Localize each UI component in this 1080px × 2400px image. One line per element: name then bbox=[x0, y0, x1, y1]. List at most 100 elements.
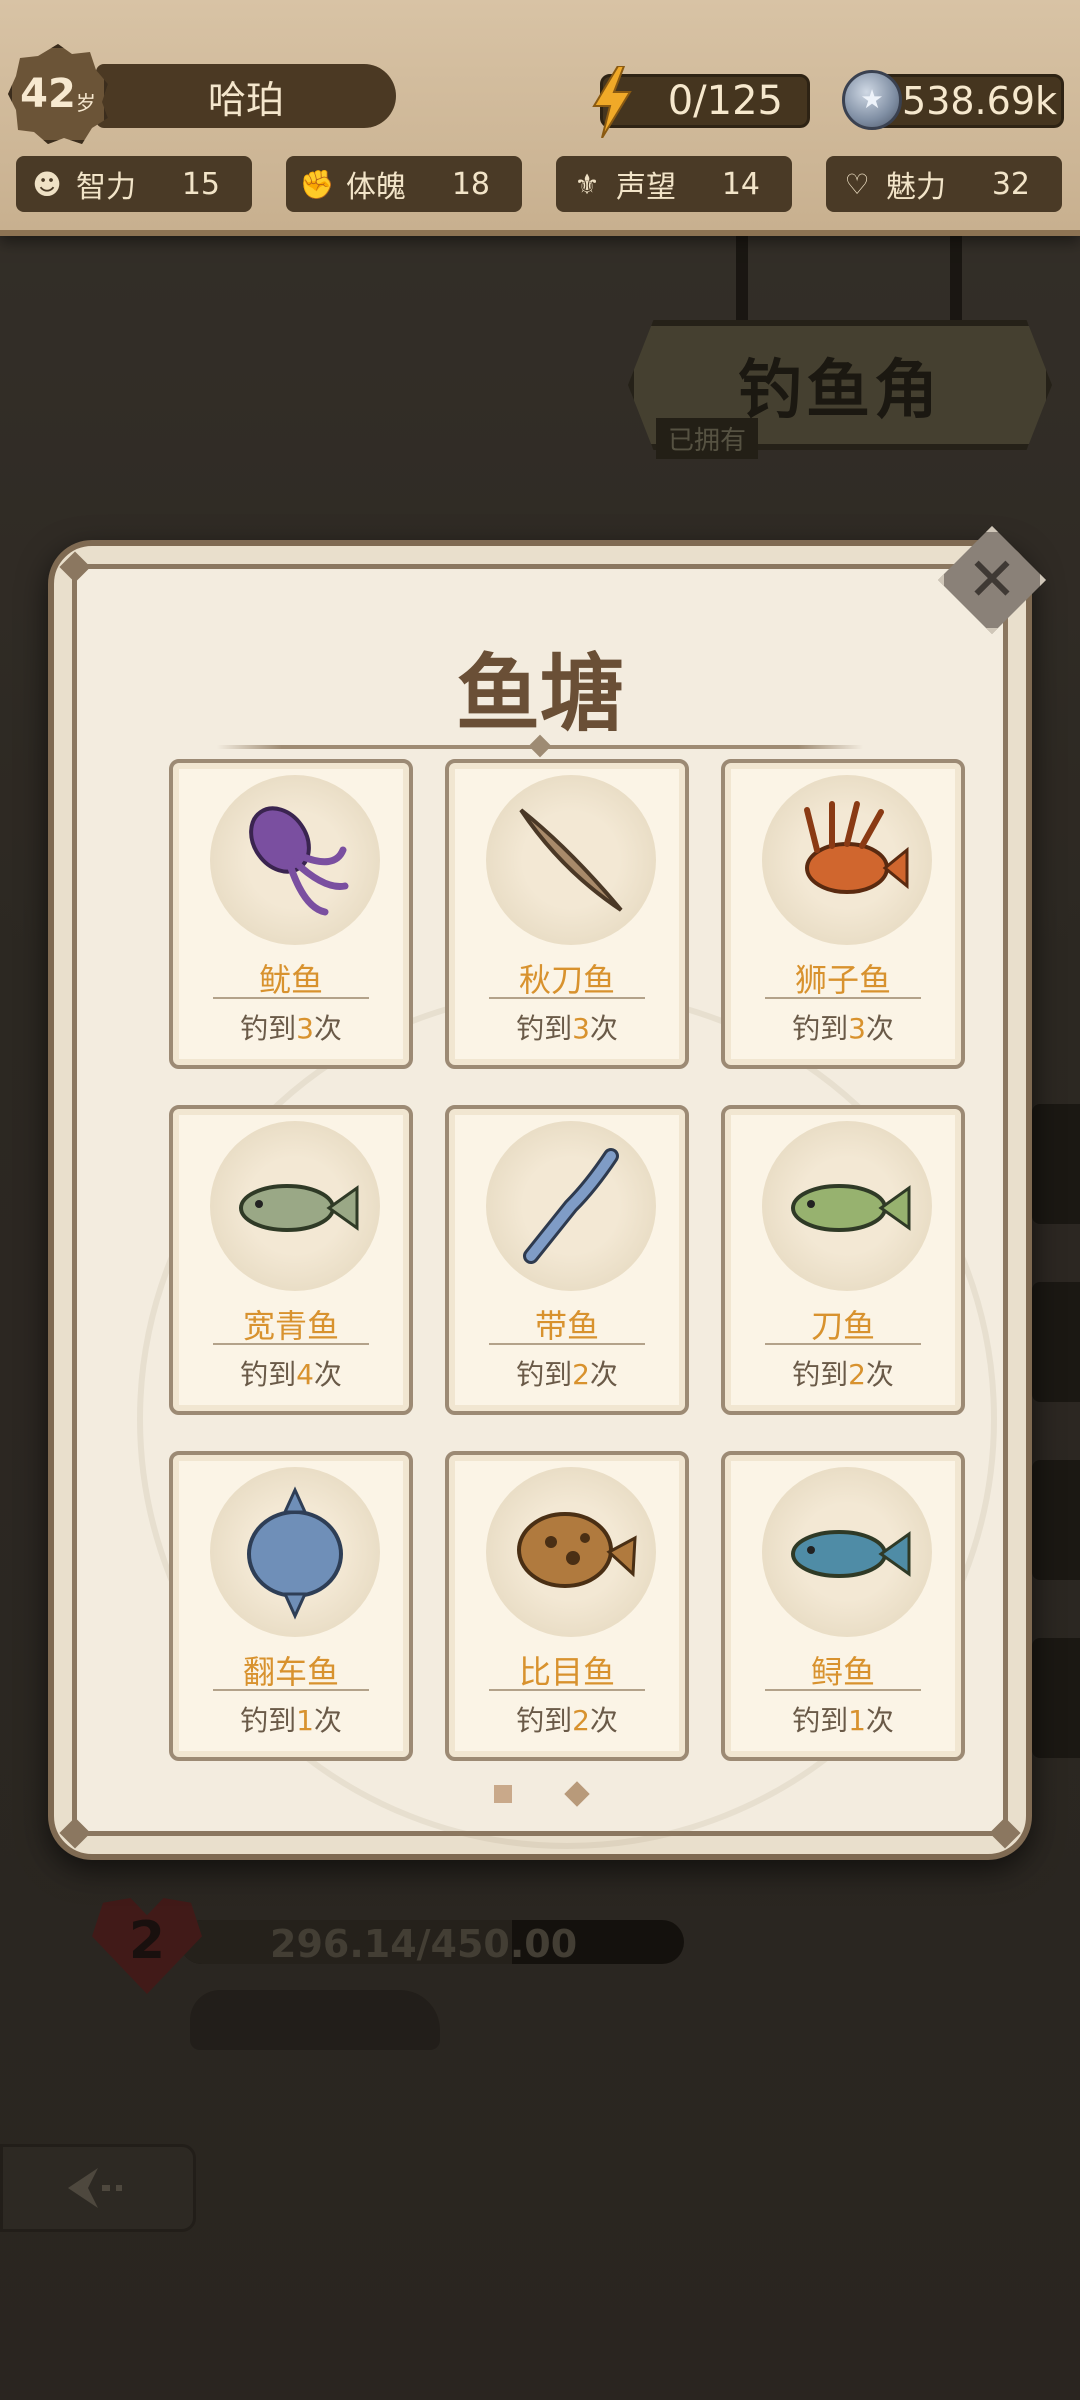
fish-halo bbox=[762, 1121, 932, 1291]
caught-prefix: 钓到 bbox=[516, 1358, 573, 1391]
fish-name-divider bbox=[765, 1689, 921, 1691]
modal-title: 鱼塘 bbox=[455, 644, 624, 743]
brain-icon: ☻ bbox=[32, 167, 62, 201]
caught-count-value: 2 bbox=[572, 1358, 590, 1391]
caught-prefix: 钓到 bbox=[240, 1358, 297, 1391]
fish-card-8[interactable]: 比目鱼 钓到2次 bbox=[445, 1451, 689, 1761]
heart-pulse-icon: ♡ bbox=[844, 167, 870, 201]
fish-pond-modal: 鱼塘 鱿鱼 钓到3次 秋刀鱼 钓到3次 狮子鱼 钓到3次 宽青鱼 钓到4次 带鱼… bbox=[48, 540, 1032, 1860]
stat-label: 魅力 bbox=[886, 170, 946, 205]
fish-card-7[interactable]: 翻车鱼 钓到1次 bbox=[169, 1451, 413, 1761]
fish-caught-count: 钓到4次 bbox=[173, 1353, 409, 1393]
fish-caught-count: 钓到2次 bbox=[449, 1699, 685, 1739]
stat-value: 32 bbox=[991, 166, 1030, 202]
fish-halo bbox=[210, 1121, 380, 1291]
fish-halo bbox=[486, 1121, 656, 1291]
fish-name: 鱿鱼 bbox=[258, 961, 323, 999]
fish-grid: 鱿鱼 钓到3次 秋刀鱼 钓到3次 狮子鱼 钓到3次 宽青鱼 钓到4次 带鱼 钓到… bbox=[169, 759, 969, 1761]
fish-name: 鲟鱼 bbox=[810, 1653, 875, 1691]
caught-suffix: 次 bbox=[865, 1704, 894, 1737]
caught-suffix: 次 bbox=[589, 1704, 618, 1737]
caught-suffix: 次 bbox=[313, 1704, 342, 1737]
stat-value: 18 bbox=[451, 166, 490, 202]
page-dot-2[interactable] bbox=[564, 1781, 590, 1807]
fish-card-3[interactable]: 狮子鱼 钓到3次 bbox=[721, 759, 965, 1069]
fish-halo bbox=[486, 1467, 656, 1637]
knifefish-icon bbox=[791, 1184, 911, 1232]
flounder-icon bbox=[517, 1512, 637, 1588]
ribbonfish-icon bbox=[523, 1148, 619, 1264]
stat-label: 声望 bbox=[616, 170, 676, 205]
lionfish-icon bbox=[804, 801, 909, 894]
fish-name-divider bbox=[213, 1343, 369, 1345]
caught-count-value: 2 bbox=[572, 1704, 590, 1737]
character-name-plate[interactable]: 哈珀 bbox=[96, 64, 396, 128]
corner-ornament bbox=[59, 1817, 91, 1849]
stat-charm[interactable]: ♡ 魅力 32 bbox=[826, 156, 1062, 212]
modal-inner-panel: 鱼塘 鱿鱼 钓到3次 秋刀鱼 钓到3次 狮子鱼 钓到3次 宽青鱼 钓到4次 带鱼… bbox=[59, 551, 1021, 1849]
fish-halo bbox=[210, 775, 380, 945]
caught-suffix: 次 bbox=[589, 1012, 618, 1045]
fish-name-divider bbox=[489, 1343, 645, 1345]
fish-caught-count: 钓到1次 bbox=[173, 1699, 409, 1739]
fish-caught-count: 钓到2次 bbox=[725, 1353, 961, 1393]
fish-name-divider bbox=[489, 997, 645, 999]
energy-value: 0/125 bbox=[667, 78, 783, 124]
fish-caught-count: 钓到3次 bbox=[173, 1007, 409, 1047]
caught-suffix: 次 bbox=[313, 1358, 342, 1391]
fish-name-divider bbox=[765, 997, 921, 999]
caught-prefix: 钓到 bbox=[792, 1012, 849, 1045]
age-value: 42 bbox=[20, 71, 76, 117]
fish-name: 狮子鱼 bbox=[794, 961, 891, 999]
fish-name-divider bbox=[489, 1689, 645, 1691]
caught-count-value: 3 bbox=[848, 1012, 866, 1045]
fish-name: 带鱼 bbox=[534, 1307, 599, 1345]
fish-name: 翻车鱼 bbox=[242, 1653, 339, 1691]
caught-suffix: 次 bbox=[589, 1358, 618, 1391]
status-bar: 哈珀 42 岁 0/125 538.69k ★ ☻ 智力 15 ✊ 体魄 18 … bbox=[0, 0, 1080, 236]
caught-count-value: 3 bbox=[572, 1012, 590, 1045]
corner-ornament bbox=[989, 1817, 1021, 1849]
stat-reputation[interactable]: ⚜ 声望 14 bbox=[556, 156, 792, 212]
fish-caught-count: 钓到2次 bbox=[449, 1353, 685, 1393]
stat-physique[interactable]: ✊ 体魄 18 bbox=[286, 156, 522, 212]
saury-icon bbox=[519, 808, 623, 912]
lightning-icon bbox=[592, 66, 632, 138]
sunfish-icon bbox=[247, 1486, 343, 1620]
fish-halo bbox=[486, 775, 656, 945]
caught-prefix: 钓到 bbox=[516, 1012, 573, 1045]
caught-prefix: 钓到 bbox=[240, 1012, 297, 1045]
fish-name-divider bbox=[213, 1689, 369, 1691]
fish-name: 刀鱼 bbox=[810, 1307, 875, 1345]
fish-card-5[interactable]: 带鱼 钓到2次 bbox=[445, 1105, 689, 1415]
stat-value: 14 bbox=[721, 166, 760, 202]
age-unit: 岁 bbox=[75, 90, 96, 115]
stat-intelligence[interactable]: ☻ 智力 15 bbox=[16, 156, 252, 212]
stat-label: 体魄 bbox=[346, 170, 406, 205]
fish-card-4[interactable]: 宽青鱼 钓到4次 bbox=[169, 1105, 413, 1415]
stat-label: 智力 bbox=[76, 170, 136, 205]
fish-card-2[interactable]: 秋刀鱼 钓到3次 bbox=[445, 759, 689, 1069]
muscle-icon: ✊ bbox=[299, 167, 335, 201]
fish-card-9[interactable]: 鲟鱼 钓到1次 bbox=[721, 1451, 965, 1761]
age-badge: 42 岁 bbox=[8, 44, 108, 144]
fish-name-divider bbox=[213, 997, 369, 999]
close-icon: ✕ bbox=[966, 545, 1018, 615]
caught-suffix: 次 bbox=[313, 1012, 342, 1045]
fish-name: 宽青鱼 bbox=[242, 1307, 339, 1345]
silver-coin-icon: ★ bbox=[842, 70, 902, 130]
title-divider bbox=[217, 745, 863, 749]
fish-halo bbox=[210, 1467, 380, 1637]
caught-prefix: 钓到 bbox=[792, 1358, 849, 1391]
fish-name: 比目鱼 bbox=[518, 1653, 615, 1691]
page-dot-1[interactable] bbox=[494, 1785, 512, 1803]
caught-suffix: 次 bbox=[865, 1358, 894, 1391]
fish-card-1[interactable]: 鱿鱼 钓到3次 bbox=[169, 759, 413, 1069]
caught-prefix: 钓到 bbox=[240, 1704, 297, 1737]
fish-name-divider bbox=[765, 1343, 921, 1345]
corner-ornament bbox=[59, 551, 91, 583]
fish-caught-count: 钓到3次 bbox=[449, 1007, 685, 1047]
fish-caught-count: 钓到1次 bbox=[725, 1699, 961, 1739]
fish-card-6[interactable]: 刀鱼 钓到2次 bbox=[721, 1105, 965, 1415]
caught-prefix: 钓到 bbox=[792, 1704, 849, 1737]
